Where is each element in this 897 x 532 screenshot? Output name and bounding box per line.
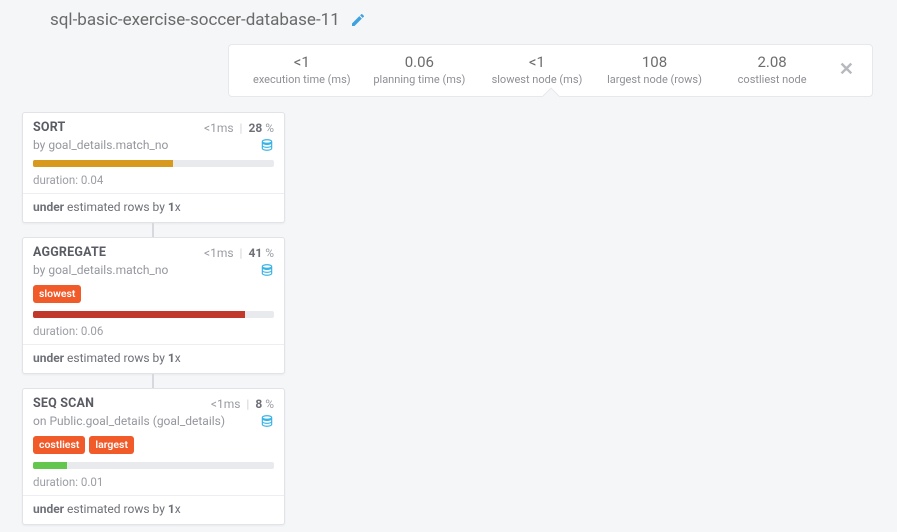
stat-largest-node: 108 largest node (rows)	[596, 53, 714, 86]
duration-bar	[33, 311, 274, 318]
edit-pen-icon[interactable]	[350, 12, 366, 28]
database-icon[interactable]	[260, 263, 274, 277]
database-icon[interactable]	[260, 414, 274, 428]
tree-connector	[152, 374, 154, 388]
stat-label: costliest node	[713, 73, 831, 86]
close-icon[interactable]: ✕	[831, 59, 858, 80]
duration-bar-fill	[33, 462, 67, 469]
est-mid: estimated rows by	[64, 351, 168, 365]
node-time: <1	[204, 246, 217, 260]
est-factor: 1	[168, 200, 175, 214]
node-title: SEQ SCAN	[33, 396, 94, 411]
duration-value: 0.01	[81, 475, 103, 489]
stat-label: largest node (rows)	[596, 73, 714, 86]
node-time-unit: ms	[217, 246, 234, 260]
detail-text: goal_details.match_no	[48, 263, 168, 277]
est-word: under	[33, 351, 64, 365]
node-timing: <1ms | 28 %	[204, 121, 274, 135]
node-detail: by goal_details.match_no	[23, 262, 284, 283]
separator: |	[240, 121, 243, 135]
tag-largest: largest	[89, 436, 134, 454]
stat-value: 0.06	[361, 53, 479, 71]
stat-value: 2.08	[713, 53, 831, 71]
plan-node-sort[interactable]: SORT <1ms | 28 % by goal_details.match_n…	[22, 112, 285, 223]
duration-prefix: duration:	[33, 173, 81, 187]
node-time: <1	[211, 397, 224, 411]
node-timing: <1ms | 41 %	[204, 246, 274, 260]
stat-slowest-node: <1 slowest node (ms)	[478, 53, 596, 86]
est-mid: estimated rows by	[64, 200, 168, 214]
node-title: AGGREGATE	[33, 245, 106, 260]
est-suffix: x	[175, 502, 181, 516]
stat-value: <1	[478, 53, 596, 71]
node-detail: on Public.goal_details (goal_details)	[23, 413, 284, 434]
duration-bar	[33, 462, 274, 469]
node-time-unit: ms	[217, 121, 234, 135]
plan-tree: SORT <1ms | 28 % by goal_details.match_n…	[22, 112, 285, 525]
node-tags: costliest largest	[23, 434, 284, 460]
estimate-row: under estimated rows by 1x	[23, 496, 284, 524]
page-title: sql-basic-exercise-soccer-database-11	[50, 10, 340, 30]
node-time: <1	[204, 121, 217, 135]
stat-costliest-node: 2.08 costliest node	[713, 53, 831, 86]
stat-value: <1	[243, 53, 361, 71]
duration-bar-fill	[33, 311, 245, 318]
duration-value: 0.06	[81, 324, 103, 338]
stats-bar: <1 execution time (ms) 0.06 planning tim…	[228, 44, 873, 97]
duration-bar-fill	[33, 160, 173, 167]
node-title: SORT	[33, 120, 66, 135]
plan-node-aggregate[interactable]: AGGREGATE <1ms | 41 % by goal_details.ma…	[22, 237, 285, 374]
node-timing: <1ms | 8 %	[211, 397, 274, 411]
duration-row: duration: 0.01	[23, 473, 284, 496]
node-percent: 41	[248, 246, 262, 260]
duration-row: duration: 0.06	[23, 322, 284, 345]
page-header: sql-basic-exercise-soccer-database-11	[0, 0, 897, 36]
duration-prefix: duration:	[33, 475, 81, 489]
separator: |	[240, 246, 243, 260]
detail-prefix: by	[33, 138, 45, 152]
detail-text: goal_details.match_no	[48, 138, 168, 152]
stat-label: planning time (ms)	[361, 73, 479, 86]
node-header: AGGREGATE <1ms | 41 %	[23, 238, 284, 262]
separator: |	[246, 397, 249, 411]
detail-prefix: by	[33, 263, 45, 277]
node-percent: 8	[255, 397, 262, 411]
detail-prefix: on	[33, 414, 46, 428]
est-suffix: x	[175, 200, 181, 214]
database-icon[interactable]	[260, 138, 274, 152]
node-tags: slowest	[23, 283, 284, 309]
tree-connector	[152, 223, 154, 237]
duration-bar	[33, 160, 274, 167]
duration-row: duration: 0.04	[23, 171, 284, 194]
est-suffix: x	[175, 351, 181, 365]
stat-label: execution time (ms)	[243, 73, 361, 86]
est-mid: estimated rows by	[64, 502, 168, 516]
stat-value: 108	[596, 53, 714, 71]
duration-value: 0.04	[81, 173, 103, 187]
estimate-row: under estimated rows by 1x	[23, 345, 284, 373]
tag-costliest: costliest	[33, 436, 85, 454]
stat-planning-time: 0.06 planning time (ms)	[361, 53, 479, 86]
node-header: SORT <1ms | 28 %	[23, 113, 284, 137]
est-factor: 1	[168, 502, 175, 516]
node-percent: 28	[248, 121, 262, 135]
stat-execution-time: <1 execution time (ms)	[243, 53, 361, 86]
duration-prefix: duration:	[33, 324, 81, 338]
node-header: SEQ SCAN <1ms | 8 %	[23, 389, 284, 413]
node-detail: by goal_details.match_no	[23, 137, 284, 158]
node-time-unit: ms	[224, 397, 241, 411]
estimate-row: under estimated rows by 1x	[23, 194, 284, 222]
stat-label: slowest node (ms)	[478, 73, 596, 86]
est-word: under	[33, 200, 64, 214]
est-word: under	[33, 502, 64, 516]
est-factor: 1	[168, 351, 175, 365]
tag-slowest: slowest	[33, 285, 81, 303]
plan-node-seqscan[interactable]: SEQ SCAN <1ms | 8 % on Public.goal_detai…	[22, 388, 285, 525]
detail-text: Public.goal_details (goal_details)	[49, 414, 225, 428]
